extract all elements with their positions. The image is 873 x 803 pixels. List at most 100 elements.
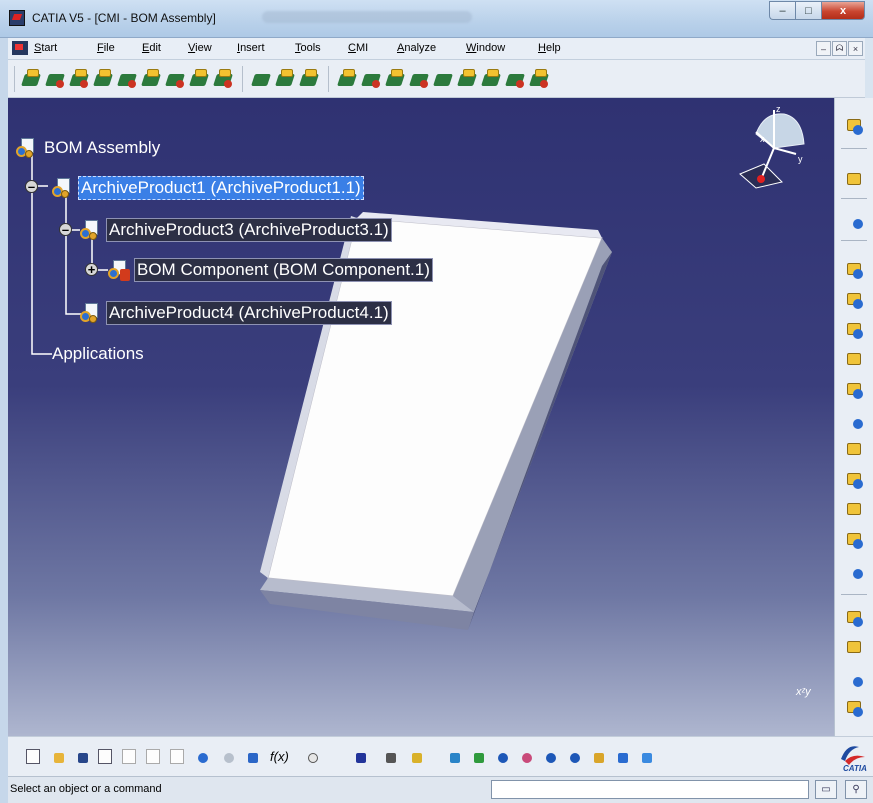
fly-mode-icon[interactable] [444, 747, 464, 767]
print-icon[interactable] [96, 747, 116, 767]
menu-insert-rest: nsert [240, 42, 265, 54]
assembly-constraint-icon[interactable] [189, 68, 210, 90]
assembly-feature-icon[interactable] [409, 68, 430, 90]
assembly-feature-icon[interactable] [481, 68, 502, 90]
manage-representations-icon[interactable] [845, 530, 865, 550]
redo-icon[interactable] [218, 747, 238, 767]
menu-file-rest: ile [103, 42, 115, 54]
insert-new-product-icon[interactable] [845, 290, 865, 310]
command-history-icon[interactable]: ▭ [815, 780, 837, 799]
formula-icon[interactable]: f(x) [270, 749, 289, 764]
search-icon[interactable]: ⚲ [845, 780, 867, 799]
assembly-constraint-icon[interactable] [21, 68, 42, 90]
explode-icon[interactable] [845, 668, 865, 688]
toolbar-grip[interactable] [14, 66, 15, 92]
catia-app-icon[interactable] [9, 10, 25, 26]
collapse-toggle-icon[interactable]: – [59, 223, 72, 236]
selective-load-icon[interactable] [845, 500, 865, 520]
assembly-feature-icon[interactable] [361, 68, 382, 90]
existing-component-positioning-icon[interactable] [845, 380, 865, 400]
comment-balloon-icon[interactable] [302, 747, 322, 767]
new-document-icon[interactable] [24, 747, 44, 767]
tree-root[interactable]: BOM Assembly [16, 136, 162, 160]
expand-toggle-icon[interactable]: + [85, 263, 98, 276]
assembly-constraint-icon[interactable] [117, 68, 138, 90]
assembly-constraint-icon[interactable] [93, 68, 114, 90]
assembly-constraint-icon[interactable] [141, 68, 162, 90]
compass-widget[interactable]: z x y [726, 104, 816, 194]
product-management-icon[interactable] [845, 116, 865, 136]
menu-help[interactable]: Help [538, 42, 561, 54]
graph-tree-reordering-icon[interactable] [845, 440, 865, 460]
menu-edit[interactable]: Edit [142, 42, 161, 54]
cut-icon[interactable] [120, 747, 140, 767]
catalog-browser-icon[interactable] [845, 210, 865, 230]
multi-instantiation-icon[interactable] [845, 560, 865, 580]
lock-icon[interactable] [380, 747, 400, 767]
whats-this-icon[interactable] [242, 747, 262, 767]
assembly-feature-icon[interactable] [337, 68, 358, 90]
product-structure-icon[interactable] [251, 68, 272, 90]
rotate-icon[interactable] [516, 747, 536, 767]
tree-node-bom-component[interactable]: BOM Component (BOM Component.1) [108, 258, 433, 282]
document-restore-button[interactable]: ᗣ [832, 41, 847, 56]
menu-file[interactable]: File [97, 42, 115, 54]
pan-icon[interactable] [492, 747, 512, 767]
command-input[interactable] [491, 780, 809, 799]
normal-view-icon[interactable] [588, 747, 608, 767]
insert-new-component-icon[interactable] [845, 260, 865, 280]
assembly-constraint-icon[interactable] [69, 68, 90, 90]
minimize-window-button[interactable]: – [769, 1, 795, 20]
existing-component-icon[interactable] [845, 350, 865, 370]
assembly-feature-icon[interactable] [433, 68, 454, 90]
table-icon[interactable] [350, 747, 370, 767]
product-structure-icon[interactable] [299, 68, 320, 90]
snap-icon[interactable] [845, 638, 865, 658]
assembly-feature-icon[interactable] [457, 68, 478, 90]
compass-handle [757, 175, 765, 183]
close-window-button[interactable]: x [821, 1, 865, 20]
collapse-toggle-icon[interactable]: – [25, 180, 38, 193]
undo-icon[interactable] [192, 747, 212, 767]
menu-tools[interactable]: Tools [295, 42, 321, 54]
zoom-out-icon[interactable] [564, 747, 584, 767]
tree-node-archiveproduct3[interactable]: ArchiveProduct3 (ArchiveProduct3.1) [80, 218, 392, 242]
menu-insert[interactable]: Insert [237, 42, 265, 54]
multi-view-icon[interactable] [612, 747, 632, 767]
copy-icon[interactable] [144, 747, 164, 767]
zoom-in-icon[interactable] [540, 747, 560, 767]
document-close-button[interactable]: × [848, 41, 863, 56]
menu-cmi[interactable]: CMI [348, 42, 368, 54]
window-title: CATIA V5 - [CMI - BOM Assembly] [32, 11, 216, 25]
maximize-window-button[interactable]: □ [795, 1, 821, 20]
select-arrow-icon[interactable] [845, 170, 865, 190]
start-menu-icon[interactable] [12, 41, 28, 55]
isometric-view-icon[interactable] [636, 747, 656, 767]
menu-window[interactable]: Window [466, 42, 505, 54]
tree-applications[interactable]: Applications [52, 344, 144, 364]
replace-component-icon[interactable] [845, 410, 865, 430]
insert-new-part-icon[interactable] [845, 320, 865, 340]
paste-icon[interactable] [168, 747, 188, 767]
product-structure-icon[interactable] [275, 68, 296, 90]
assembly-constraint-icon[interactable] [165, 68, 186, 90]
assembly-feature-icon[interactable] [505, 68, 526, 90]
menu-view[interactable]: View [188, 42, 212, 54]
menu-analyze[interactable]: Analyze [397, 42, 436, 54]
manipulation-icon[interactable] [845, 608, 865, 628]
measure-icon[interactable] [406, 747, 426, 767]
assembly-feature-icon[interactable] [529, 68, 550, 90]
save-icon[interactable] [72, 747, 92, 767]
assembly-feature-icon[interactable] [385, 68, 406, 90]
stop-manipulate-on-clash-icon[interactable] [845, 698, 865, 718]
tree-node-archiveproduct1[interactable]: ArchiveProduct1 (ArchiveProduct1.1) [52, 176, 364, 200]
generate-numbering-icon[interactable] [845, 470, 865, 490]
tree-node-archiveproduct4[interactable]: ArchiveProduct4 (ArchiveProduct4.1) [80, 301, 392, 325]
menu-start[interactable]: Start [34, 42, 57, 54]
3d-viewport[interactable]: BOM Assembly – ArchiveProduct1 (ArchiveP… [8, 98, 834, 736]
assembly-constraint-icon[interactable] [213, 68, 234, 90]
fit-all-in-icon[interactable] [468, 747, 488, 767]
assembly-constraint-icon[interactable] [45, 68, 66, 90]
open-folder-icon[interactable] [48, 747, 68, 767]
document-minimize-button[interactable]: – [816, 41, 831, 56]
